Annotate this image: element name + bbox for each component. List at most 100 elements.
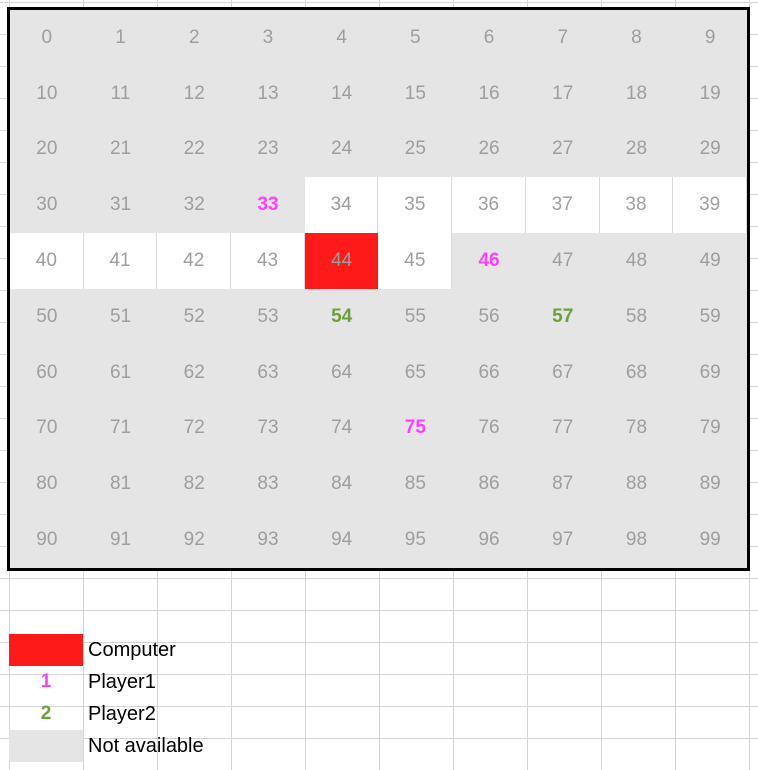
board-cell-95[interactable]: 95 — [378, 512, 453, 568]
board-cell-75[interactable]: 75 — [378, 400, 453, 457]
board-cell-97[interactable]: 97 — [525, 512, 600, 568]
board-cell-18[interactable]: 18 — [599, 65, 674, 122]
board-cell-76[interactable]: 76 — [452, 400, 526, 457]
board-cell-33[interactable]: 33 — [231, 177, 305, 234]
board-cell-59[interactable]: 59 — [673, 288, 747, 345]
board-cell-74[interactable]: 74 — [304, 400, 379, 457]
board-cell-36[interactable]: 36 — [452, 177, 526, 234]
board-cell-17[interactable]: 17 — [525, 65, 600, 122]
board-cell-93[interactable]: 93 — [231, 512, 305, 568]
board-cell-31[interactable]: 31 — [83, 177, 158, 234]
board-cell-28[interactable]: 28 — [599, 121, 674, 178]
board-cell-98[interactable]: 98 — [599, 512, 674, 568]
board-cell-91[interactable]: 91 — [83, 512, 158, 568]
board-cell-82[interactable]: 82 — [157, 456, 232, 513]
board-cell-65[interactable]: 65 — [378, 344, 453, 401]
board-cell-27[interactable]: 27 — [525, 121, 600, 178]
board-cell-25[interactable]: 25 — [378, 121, 453, 178]
board-cell-77[interactable]: 77 — [525, 400, 600, 457]
board-cell-1[interactable]: 1 — [83, 10, 158, 66]
board-cell-34[interactable]: 34 — [304, 177, 379, 234]
board-cell-58[interactable]: 58 — [599, 288, 674, 345]
board-cell-21[interactable]: 21 — [83, 121, 158, 178]
board-cell-0[interactable]: 0 — [10, 10, 84, 66]
board-cell-54[interactable]: 54 — [304, 288, 379, 345]
board-cell-20[interactable]: 20 — [10, 121, 84, 178]
board-cell-15[interactable]: 15 — [378, 65, 453, 122]
board-cell-60[interactable]: 60 — [10, 344, 84, 401]
board-cell-56[interactable]: 56 — [452, 288, 526, 345]
board-cell-6[interactable]: 6 — [452, 10, 526, 66]
board-cell-42[interactable]: 42 — [157, 233, 232, 289]
board-cell-81[interactable]: 81 — [83, 456, 158, 513]
board-cell-71[interactable]: 71 — [83, 400, 158, 457]
board-cell-96[interactable]: 96 — [452, 512, 526, 568]
board-cell-10[interactable]: 10 — [10, 65, 84, 122]
board-cell-84[interactable]: 84 — [304, 456, 379, 513]
board-cell-49[interactable]: 49 — [673, 233, 747, 289]
board-cell-7[interactable]: 7 — [525, 10, 600, 66]
board-cell-66[interactable]: 66 — [452, 344, 526, 401]
board-cell-85[interactable]: 85 — [378, 456, 453, 513]
board-cell-63[interactable]: 63 — [231, 344, 305, 401]
board-cell-19[interactable]: 19 — [673, 65, 747, 122]
board-cell-13[interactable]: 13 — [231, 65, 305, 122]
board-cell-73[interactable]: 73 — [231, 400, 305, 457]
board-cell-57[interactable]: 57 — [525, 288, 600, 345]
board-cell-55[interactable]: 55 — [378, 288, 453, 345]
board-cell-26[interactable]: 26 — [452, 121, 526, 178]
board-cell-5[interactable]: 5 — [378, 10, 453, 66]
board-cell-35[interactable]: 35 — [378, 177, 453, 234]
board-cell-23[interactable]: 23 — [231, 121, 305, 178]
board-cell-29[interactable]: 29 — [673, 121, 747, 178]
board-cell-51[interactable]: 51 — [83, 288, 158, 345]
board-cell-61[interactable]: 61 — [83, 344, 158, 401]
board-cell-40[interactable]: 40 — [10, 233, 84, 289]
board-cell-86[interactable]: 86 — [452, 456, 526, 513]
board-cell-64[interactable]: 64 — [304, 344, 379, 401]
board-cell-78[interactable]: 78 — [599, 400, 674, 457]
board-cell-12[interactable]: 12 — [157, 65, 232, 122]
board-cell-38[interactable]: 38 — [599, 177, 674, 234]
board-cell-3[interactable]: 3 — [231, 10, 305, 66]
board-cell-41[interactable]: 41 — [83, 233, 158, 289]
board-cell-69[interactable]: 69 — [673, 344, 747, 401]
board-cell-47[interactable]: 47 — [525, 233, 600, 289]
board-cell-99[interactable]: 99 — [673, 512, 747, 568]
board-cell-2[interactable]: 2 — [157, 10, 232, 66]
board-cell-4[interactable]: 4 — [304, 10, 379, 66]
board-cell-11[interactable]: 11 — [83, 65, 158, 122]
board-cell-89[interactable]: 89 — [673, 456, 747, 513]
board-cell-62[interactable]: 62 — [157, 344, 232, 401]
board-cell-14[interactable]: 14 — [304, 65, 379, 122]
board-cell-92[interactable]: 92 — [157, 512, 232, 568]
board-cell-46[interactable]: 46 — [452, 233, 526, 289]
board-cell-80[interactable]: 80 — [10, 456, 84, 513]
board-cell-24[interactable]: 24 — [304, 121, 379, 178]
board-cell-79[interactable]: 79 — [673, 400, 747, 457]
board-cell-50[interactable]: 50 — [10, 288, 84, 345]
board-cell-30[interactable]: 30 — [10, 177, 84, 234]
board-cell-32[interactable]: 32 — [157, 177, 232, 234]
board-cell-72[interactable]: 72 — [157, 400, 232, 457]
board-cell-8[interactable]: 8 — [599, 10, 674, 66]
board-cell-16[interactable]: 16 — [452, 65, 526, 122]
board-cell-52[interactable]: 52 — [157, 288, 232, 345]
board-cell-43[interactable]: 43 — [231, 233, 305, 289]
board-cell-67[interactable]: 67 — [525, 344, 600, 401]
board-cell-87[interactable]: 87 — [525, 456, 600, 513]
board-cell-83[interactable]: 83 — [231, 456, 305, 513]
board-cell-48[interactable]: 48 — [599, 233, 674, 289]
board-cell-37[interactable]: 37 — [525, 177, 600, 234]
board-cell-9[interactable]: 9 — [673, 10, 747, 66]
board-cell-88[interactable]: 88 — [599, 456, 674, 513]
board-cell-70[interactable]: 70 — [10, 400, 84, 457]
board-cell-53[interactable]: 53 — [231, 288, 305, 345]
board-cell-44[interactable]: 44 — [304, 233, 379, 289]
board-cell-68[interactable]: 68 — [599, 344, 674, 401]
board-cell-90[interactable]: 90 — [10, 512, 84, 568]
board-cell-45[interactable]: 45 — [378, 233, 453, 289]
board-cell-39[interactable]: 39 — [673, 177, 747, 234]
board-cell-94[interactable]: 94 — [304, 512, 379, 568]
board-cell-22[interactable]: 22 — [157, 121, 232, 178]
